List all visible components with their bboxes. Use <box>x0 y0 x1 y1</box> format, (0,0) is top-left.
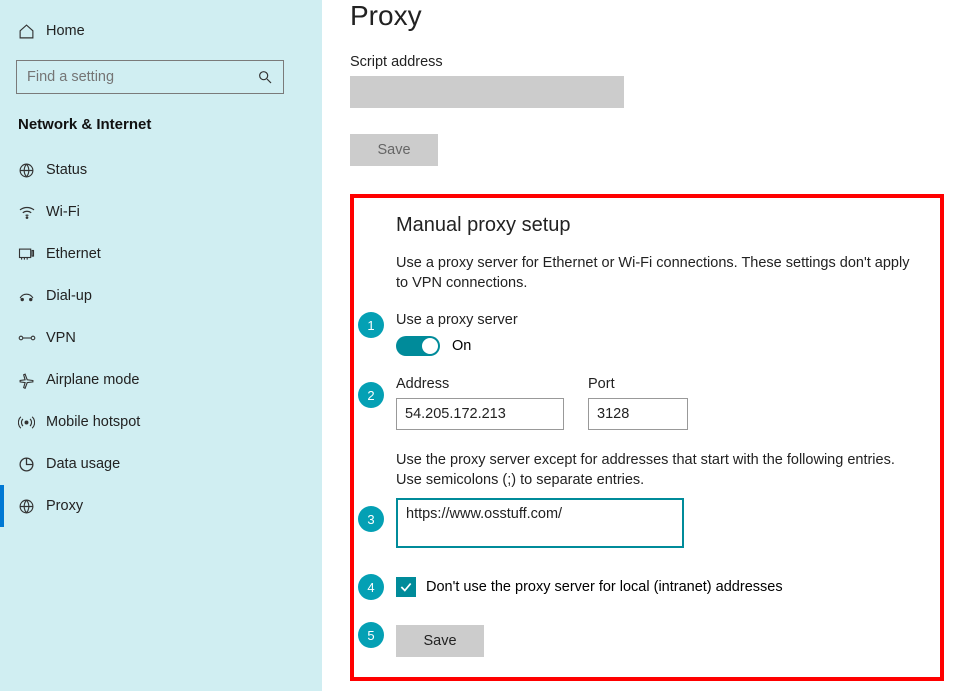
port-column: Port <box>588 376 688 430</box>
port-label: Port <box>588 376 688 392</box>
status-icon <box>18 162 46 179</box>
annotation-badge-3: 3 <box>358 506 384 532</box>
vpn-icon <box>18 332 46 344</box>
manual-proxy-desc: Use a proxy server for Ethernet or Wi-Fi… <box>396 253 920 294</box>
sidebar-item-hotspot[interactable]: Mobile hotspot <box>0 401 322 443</box>
sidebar-category: Network & Internet <box>0 108 322 149</box>
page-title: Proxy <box>350 0 944 32</box>
sidebar-item-datausage[interactable]: Data usage <box>0 443 322 485</box>
sidebar-home[interactable]: Home <box>0 10 322 52</box>
sidebar-item-proxy[interactable]: Proxy <box>0 485 322 527</box>
sidebar-item-label: VPN <box>46 330 76 346</box>
save-button-bottom[interactable]: Save <box>396 625 484 657</box>
address-column: Address <box>396 376 564 430</box>
script-address-input[interactable] <box>350 76 624 108</box>
address-input[interactable] <box>396 398 564 430</box>
manual-proxy-heading: Manual proxy setup <box>396 214 920 237</box>
search-box[interactable] <box>16 60 284 94</box>
sidebar-item-wifi[interactable]: Wi-Fi <box>0 191 322 233</box>
local-intranet-row: Don't use the proxy server for local (in… <box>396 577 920 597</box>
sidebar-item-label: Proxy <box>46 498 83 514</box>
search-input[interactable] <box>27 69 247 85</box>
script-address-label: Script address <box>350 54 944 70</box>
dialup-icon <box>18 289 46 303</box>
sidebar-item-ethernet[interactable]: Ethernet <box>0 233 322 275</box>
exceptions-desc: Use the proxy server except for addresse… <box>396 450 920 491</box>
sidebar-item-label: Airplane mode <box>46 372 140 388</box>
save-button-top[interactable]: Save <box>350 134 438 166</box>
proxy-icon <box>18 498 46 515</box>
sidebar-item-dialup[interactable]: Dial-up <box>0 275 322 317</box>
address-port-row: Address Port <box>396 376 920 430</box>
hotspot-icon <box>18 414 46 431</box>
sidebar-item-label: Dial-up <box>46 288 92 304</box>
annotation-badge-1: 1 <box>358 312 384 338</box>
port-input[interactable] <box>588 398 688 430</box>
annotation-badge-2: 2 <box>358 382 384 408</box>
search-wrap <box>0 52 322 108</box>
address-label: Address <box>396 376 564 392</box>
sidebar-item-label: Wi-Fi <box>46 204 80 220</box>
datausage-icon <box>18 456 46 473</box>
sidebar-item-label: Data usage <box>46 456 120 472</box>
proxy-toggle-row: On <box>396 336 920 356</box>
annotation-badge-4: 4 <box>358 574 384 600</box>
annotation-badge-5: 5 <box>358 622 384 648</box>
airplane-icon <box>18 372 46 389</box>
main-content: Proxy Script address Save 1 2 3 4 5 Manu… <box>322 0 972 691</box>
sidebar-item-status[interactable]: Status <box>0 149 322 191</box>
sidebar-home-label: Home <box>46 23 85 39</box>
sidebar-item-label: Ethernet <box>46 246 101 262</box>
search-icon <box>257 69 273 85</box>
local-intranet-label: Don't use the proxy server for local (in… <box>426 579 783 595</box>
ethernet-icon <box>18 247 46 261</box>
proxy-toggle-state: On <box>452 338 471 354</box>
use-proxy-label: Use a proxy server <box>396 312 920 328</box>
sidebar: Home Network & Internet Status Wi-Fi Eth… <box>0 0 322 691</box>
wifi-icon <box>18 205 46 219</box>
home-icon <box>18 23 46 40</box>
manual-proxy-highlight: 1 2 3 4 5 Manual proxy setup Use a proxy… <box>350 194 944 681</box>
exceptions-input[interactable] <box>396 498 684 548</box>
sidebar-item-airplane[interactable]: Airplane mode <box>0 359 322 401</box>
proxy-toggle[interactable] <box>396 336 440 356</box>
sidebar-item-label: Mobile hotspot <box>46 414 140 430</box>
sidebar-item-vpn[interactable]: VPN <box>0 317 322 359</box>
local-intranet-checkbox[interactable] <box>396 577 416 597</box>
sidebar-item-label: Status <box>46 162 87 178</box>
